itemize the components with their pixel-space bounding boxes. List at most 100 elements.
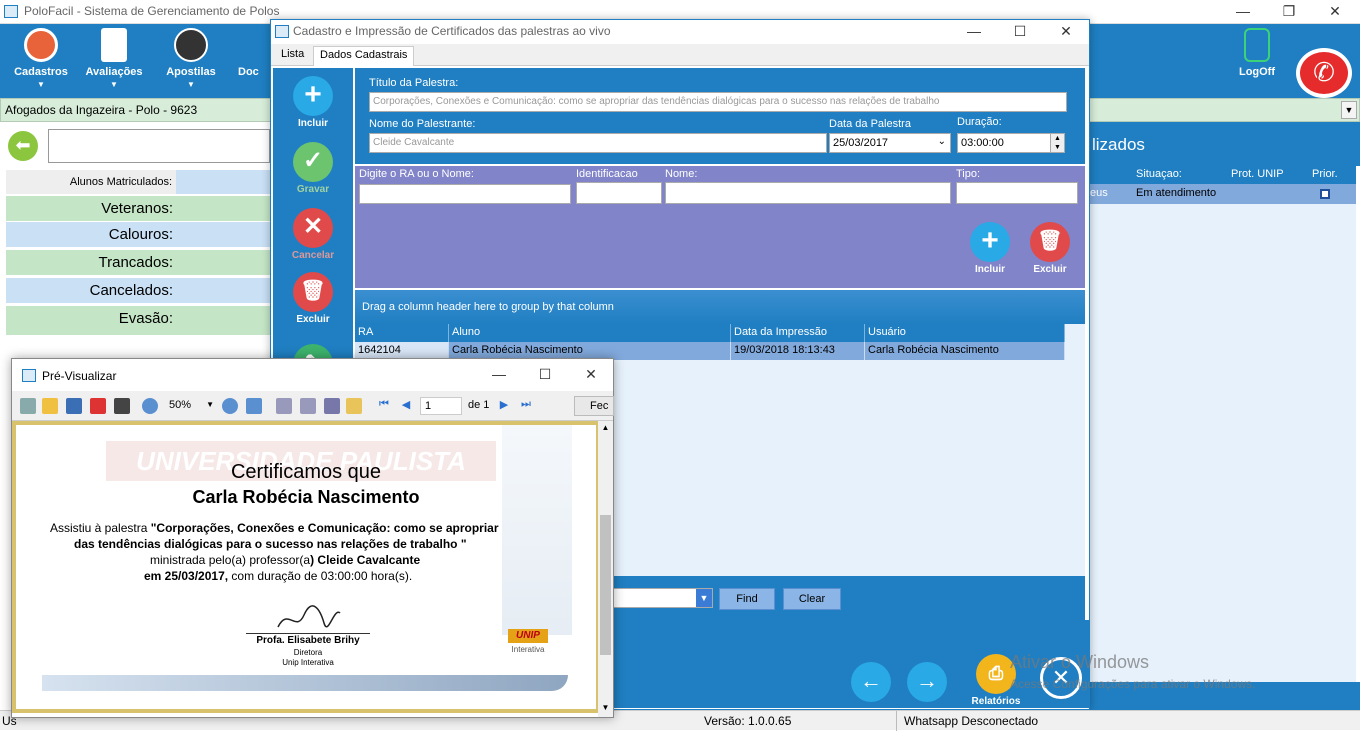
- titulo-input[interactable]: Corporações, Conexões e Comunicação: com…: [369, 92, 1067, 112]
- tab-lista[interactable]: Lista: [275, 46, 310, 66]
- documentos-label: Doc: [238, 66, 259, 78]
- stats-row-cancelados: Cancelados:: [6, 278, 271, 304]
- status-version: Versão: 1.0.0.65: [704, 714, 792, 728]
- stats-label: Calouros:: [108, 226, 173, 243]
- identificacao-input[interactable]: [576, 182, 662, 204]
- close-icon[interactable]: ✕: [1312, 0, 1358, 24]
- apostilas-button[interactable]: Apostilas ▼: [156, 28, 226, 89]
- cell-usuario[interactable]: Carla Robécia Nascimento: [865, 342, 1065, 360]
- row-situacao: Em atendimento: [1136, 187, 1217, 199]
- edit-page-icon[interactable]: [346, 398, 362, 414]
- column-prior[interactable]: Prior.: [1312, 168, 1338, 180]
- search-icon[interactable]: [324, 398, 340, 414]
- window-icon: [275, 25, 289, 38]
- prev-page-icon[interactable]: ◀: [398, 398, 414, 414]
- cell-data[interactable]: 19/03/2018 18:13:43: [731, 342, 865, 360]
- palestra-form: Título da Palestra: Corporações, Conexõe…: [355, 68, 1085, 164]
- nome-input[interactable]: [665, 182, 951, 204]
- scroll-down-icon[interactable]: ▼: [598, 703, 613, 715]
- x-icon: ✕: [293, 208, 333, 248]
- right-grid-body: [1086, 204, 1356, 682]
- certificate-line4-rest: com duração de 03:00:00 hora(s).: [228, 569, 413, 583]
- scroll-thumb[interactable]: [600, 515, 611, 655]
- certificate-title: Certificamos que: [230, 461, 382, 483]
- maximize-icon[interactable]: ☐: [522, 363, 568, 387]
- duracao-input[interactable]: 03:00:00 ▲ ▼: [957, 133, 1065, 153]
- page-input[interactable]: 1: [420, 397, 462, 415]
- identificacao-label: Identificacao: [576, 168, 638, 180]
- zoom-out-icon[interactable]: [222, 398, 238, 414]
- relatorios-label: Relatórios: [971, 696, 1021, 707]
- column-usuario[interactable]: Usuário: [865, 324, 1065, 342]
- incluir-label: Incluir: [297, 118, 328, 129]
- signature-line: [246, 633, 370, 634]
- chevron-down-icon[interactable]: ▼: [696, 589, 712, 607]
- next-page-icon[interactable]: ▶: [496, 398, 512, 414]
- column-situacao[interactable]: Situaçao:: [1136, 168, 1182, 180]
- certificate-line2: das tendências dialógicas para o sucesso…: [74, 537, 467, 551]
- find-button[interactable]: Find: [719, 588, 775, 610]
- zoom-select[interactable]: 50% ▼: [166, 398, 214, 414]
- multi-page-icon[interactable]: [300, 398, 316, 414]
- chevron-down-icon[interactable]: ⌄: [938, 136, 946, 147]
- column-ra[interactable]: RA: [355, 324, 449, 342]
- nome-label: Nome:: [665, 168, 698, 180]
- data-picker[interactable]: 25/03/2017 ⌄: [829, 133, 951, 153]
- search-input[interactable]: [48, 129, 270, 163]
- find-dropdown[interactable]: ▼: [605, 588, 713, 608]
- incluir-aluno-button[interactable]: + Incluir: [961, 222, 1019, 275]
- minimize-icon[interactable]: —: [1220, 0, 1266, 24]
- clear-button[interactable]: Clear: [783, 588, 841, 610]
- column-aluno[interactable]: Aluno: [449, 324, 731, 342]
- minimize-icon[interactable]: —: [476, 363, 522, 387]
- vertical-scrollbar[interactable]: ▲ ▼: [598, 421, 613, 717]
- binoculars-icon[interactable]: [114, 398, 130, 414]
- fechar-button[interactable]: Fec: [574, 396, 614, 416]
- pdf-icon[interactable]: [90, 398, 106, 414]
- documentos-button[interactable]: Doc: [238, 66, 268, 78]
- group-by-panel[interactable]: Drag a column header here to group by th…: [355, 290, 1085, 324]
- palestrante-input[interactable]: Cleide Cavalcante: [369, 133, 827, 153]
- excluir-side-button[interactable]: 🗑 Excluir: [273, 272, 353, 325]
- print-icon[interactable]: [20, 398, 36, 414]
- excluir-side-label: Excluir: [296, 314, 330, 325]
- scroll-up-icon[interactable]: ▲: [598, 423, 613, 435]
- close-icon[interactable]: ✕: [1043, 20, 1089, 44]
- page-fit-icon[interactable]: [246, 398, 262, 414]
- chevron-down-icon[interactable]: ▼: [1341, 101, 1357, 119]
- open-icon[interactable]: [42, 398, 58, 414]
- ra-input[interactable]: [359, 184, 571, 204]
- whatsapp-icon[interactable]: ✆: [1296, 48, 1352, 98]
- preview-title-bar: Pré-Visualizar — ☐ ✕: [12, 359, 613, 391]
- spinner-icon[interactable]: ▲ ▼: [1050, 134, 1064, 152]
- palestrante-label: Nome do Palestrante:: [369, 118, 476, 130]
- last-page-icon[interactable]: ⏭: [518, 398, 534, 414]
- restore-icon[interactable]: ❐: [1266, 0, 1312, 24]
- certificate-page: UNIVERSIDADE PAULISTA Certificamos que C…: [12, 421, 598, 713]
- avaliacoes-button[interactable]: Avaliações ▼: [79, 28, 149, 89]
- first-page-icon[interactable]: ⏮: [376, 398, 392, 414]
- cancelar-button[interactable]: ✕ Cancelar: [273, 208, 353, 261]
- single-page-icon[interactable]: [276, 398, 292, 414]
- gravar-button[interactable]: ✓ Gravar: [273, 142, 353, 195]
- stats-row-trancados: Trancados:: [6, 250, 271, 276]
- column-data-impressao[interactable]: Data da Impressão: [731, 324, 865, 342]
- save-icon[interactable]: [66, 398, 82, 414]
- zoom-in-icon[interactable]: [142, 398, 158, 414]
- back-arrow-icon[interactable]: ⬅: [8, 131, 38, 161]
- cadastros-button[interactable]: Cadastros ▼: [6, 28, 76, 89]
- logoff-button[interactable]: LogOff: [1222, 28, 1292, 78]
- incluir-button[interactable]: + Incluir: [273, 76, 353, 129]
- maximize-icon[interactable]: ☐: [997, 20, 1043, 44]
- window-icon: [22, 369, 36, 382]
- tab-dados-cadastrais[interactable]: Dados Cadastrais: [313, 46, 415, 66]
- close-icon[interactable]: ✕: [568, 363, 614, 387]
- column-prot-unip[interactable]: Prot. UNIP: [1231, 168, 1284, 180]
- excluir-aluno-button[interactable]: 🗑 Excluir: [1021, 222, 1079, 275]
- arrow-right-icon[interactable]: →: [907, 662, 947, 702]
- priority-checkbox[interactable]: [1320, 189, 1330, 199]
- tipo-input[interactable]: [956, 182, 1078, 204]
- table-row[interactable]: eus Em atendimento: [1086, 184, 1356, 204]
- minimize-icon[interactable]: —: [951, 20, 997, 44]
- arrow-left-icon[interactable]: ←: [851, 662, 891, 702]
